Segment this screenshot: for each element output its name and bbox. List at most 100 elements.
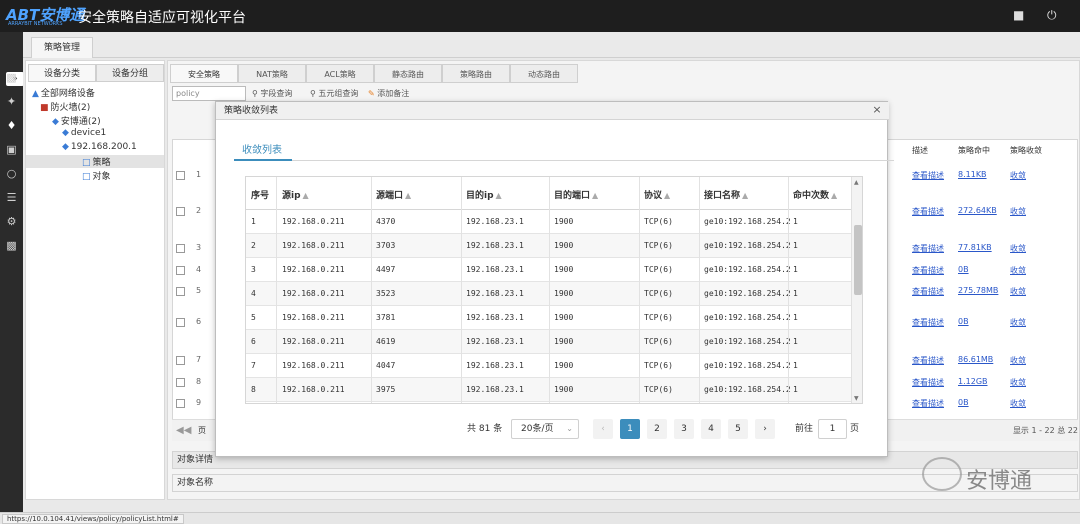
tab-convergence-list[interactable]: 收敛列表 [242, 141, 282, 156]
row-checkbox[interactable] [176, 356, 185, 365]
tree-node-object[interactable]: □ 对象 [82, 169, 111, 182]
column-header-dst-ip[interactable]: 目的ip ▲ [466, 188, 502, 201]
converge-link[interactable]: 收敛 [1010, 377, 1026, 388]
row-checkbox[interactable] [176, 287, 185, 296]
table-scrollbar[interactable]: ▲ ▼ [851, 177, 862, 403]
policy-hit-link[interactable]: 1.12GB [958, 377, 988, 386]
page-button-5[interactable]: 5 [728, 419, 748, 439]
converge-link[interactable]: 收敛 [1010, 398, 1026, 409]
wechat-icon [922, 457, 962, 491]
policy-hit-link[interactable]: 0B [958, 265, 969, 274]
five-tuple-query-button[interactable]: ⚲ 五元组查询 [310, 88, 358, 99]
page-button-3[interactable]: 3 [674, 419, 694, 439]
page-button-2[interactable]: 2 [647, 419, 667, 439]
goto-page-input[interactable]: 1 [818, 419, 847, 439]
tag-icon[interactable]: ♦ [4, 118, 19, 133]
policy-filter-select[interactable]: policy [172, 86, 246, 101]
table-cell: ge10:192.168.254.2 [704, 337, 791, 346]
policy-hit-link[interactable]: 8.11KB [958, 170, 987, 179]
tree-node-policy[interactable]: □ 策略 [26, 155, 164, 168]
row-checkbox[interactable] [176, 266, 185, 275]
gear-icon[interactable]: ⚙ [4, 214, 19, 229]
row-checkbox[interactable] [176, 244, 185, 253]
close-icon[interactable]: × [871, 103, 883, 117]
view-description-link[interactable]: 查看描述 [912, 398, 944, 409]
row-checkbox[interactable] [176, 378, 185, 387]
pager-summary: 显示 1 - 22 总 22 [1012, 426, 1078, 435]
policy-hit-link[interactable]: 86.61MB [958, 355, 993, 364]
view-description-link[interactable]: 查看描述 [912, 317, 944, 328]
view-description-link[interactable]: 查看描述 [912, 355, 944, 366]
converge-link[interactable]: 收敛 [1010, 286, 1026, 297]
column-header-hit-count[interactable]: 命中次数 ▲ [793, 188, 837, 201]
next-page-button[interactable]: › [755, 419, 775, 439]
briefcase-icon[interactable]: ▣ [4, 142, 19, 157]
converge-link[interactable]: 收敛 [1010, 170, 1026, 181]
converge-link[interactable]: 收敛 [1010, 317, 1026, 328]
first-page-icon[interactable]: ◀◀ [176, 425, 191, 436]
policy-hit-link[interactable]: 272.64KB [958, 206, 997, 215]
table-cell: TCP(6) [644, 385, 673, 394]
policy-hit-link[interactable]: 0B [958, 398, 969, 407]
scroll-up-icon[interactable]: ▲ [854, 179, 859, 186]
column-header-dst-port[interactable]: 目的端口 ▲ [554, 188, 598, 201]
tab-static-route[interactable]: 静态路由 [374, 64, 442, 83]
tab-dynamic-route[interactable]: 动态路由 [510, 64, 578, 83]
view-description-link[interactable]: 查看描述 [912, 286, 944, 297]
policy-hit-link[interactable]: 275.78MB [958, 286, 998, 295]
chat-icon[interactable]: ■ [1013, 8, 1024, 22]
tree-node-device1[interactable]: ◆ device1 [62, 128, 106, 138]
tree-node-vendor[interactable]: ◆ 安博通(2) [52, 114, 101, 127]
converge-link[interactable]: 收敛 [1010, 355, 1026, 366]
add-remark-button[interactable]: ✎ 添加备注 [368, 88, 409, 99]
vendor-logo-icon: ◆ [52, 117, 59, 127]
page-size-select[interactable]: 20条/页 ⌄ [511, 419, 579, 439]
stats-icon[interactable]: ▩ [4, 238, 19, 253]
sort-icon: ▲ [742, 191, 749, 200]
row-checkbox[interactable] [176, 318, 185, 327]
column-header-src-ip[interactable]: 源ip ▲ [282, 188, 309, 201]
tab-nat-policy[interactable]: NAT策略 [238, 64, 306, 83]
view-description-link[interactable]: 查看描述 [912, 170, 944, 181]
list-icon[interactable]: ☰ [4, 190, 19, 205]
converge-link[interactable]: 收敛 [1010, 206, 1026, 217]
comment-icon[interactable]: ○ [4, 166, 19, 181]
pager-page-label: 页 [198, 426, 206, 435]
converge-link[interactable]: 收敛 [1010, 265, 1026, 276]
tree-node-firewall[interactable]: ■ 防火墙(2) [40, 100, 90, 113]
column-header-src-port[interactable]: 源端口 ▲ [376, 188, 411, 201]
policy-hit-link[interactable]: 0B [958, 317, 969, 326]
row-checkbox[interactable] [176, 171, 185, 180]
page-button-1[interactable]: 1 [620, 419, 640, 439]
table-cell: 1900 [554, 289, 574, 298]
power-icon[interactable]: ⏻ [1047, 8, 1057, 23]
policy-hit-link[interactable]: 77.81KB [958, 243, 992, 252]
column-header-interface[interactable]: 接口名称 ▲ [704, 188, 748, 201]
view-description-link[interactable]: 查看描述 [912, 243, 944, 254]
tab-acl-policy[interactable]: ACL策略 [306, 64, 374, 83]
tab-security-policy[interactable]: 安全策略 [170, 64, 238, 83]
sort-icon: ▲ [302, 191, 309, 200]
tab-policy-management[interactable]: 策略管理 [31, 37, 94, 58]
tree-node-all-devices[interactable]: ▲ 全部网络设备 [32, 86, 95, 99]
view-description-link[interactable]: 查看描述 [912, 377, 944, 388]
view-description-link[interactable]: 查看描述 [912, 206, 944, 217]
view-description-link[interactable]: 查看描述 [912, 265, 944, 276]
pin-icon[interactable]: ✦ [4, 94, 19, 109]
table-cell: ge10:192.168.254.2 [704, 289, 791, 298]
scroll-down-icon[interactable]: ▼ [854, 395, 859, 402]
tab-device-group[interactable]: 设备分组 [96, 64, 164, 82]
scroll-thumb[interactable] [854, 225, 862, 295]
edit-icon: ✎ [368, 89, 375, 98]
tree-node-192-168-200-1[interactable]: ◆ 192.168.200.1 [62, 142, 137, 152]
page-button-4[interactable]: 4 [701, 419, 721, 439]
tab-device-category[interactable]: 设备分类 [28, 64, 96, 82]
bar-chart-icon[interactable]: ▩ [4, 70, 19, 85]
tab-policy-route[interactable]: 策略路由 [442, 64, 510, 83]
column-header-protocol[interactable]: 协议 ▲ [644, 188, 670, 201]
row-checkbox[interactable] [176, 399, 185, 408]
converge-link[interactable]: 收敛 [1010, 243, 1026, 254]
prev-page-button[interactable]: ‹ [593, 419, 613, 439]
field-query-button[interactable]: ⚲ 字段查询 [252, 88, 292, 99]
row-checkbox[interactable] [176, 207, 185, 216]
